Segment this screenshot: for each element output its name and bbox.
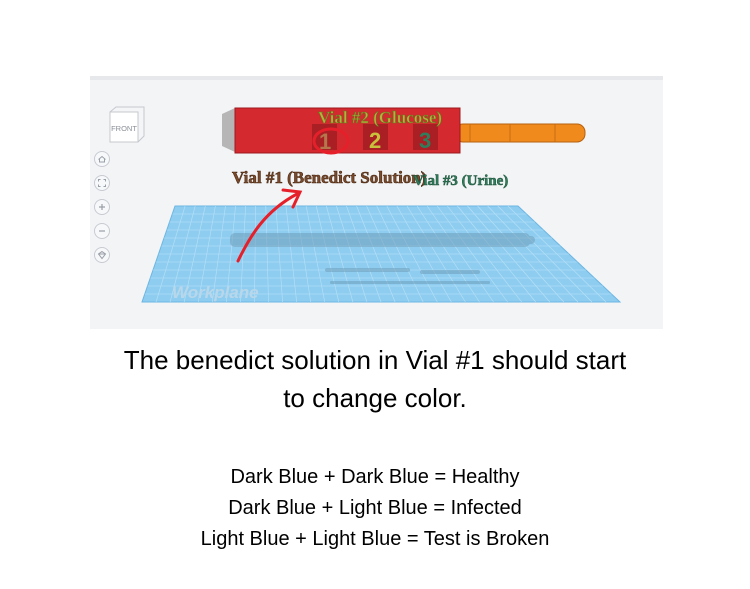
fit-view-button[interactable] xyxy=(94,175,110,191)
orthographic-icon xyxy=(97,250,107,260)
caption-line-2: to change color. xyxy=(283,383,467,413)
3d-scene[interactable]: Workplane 1 2 3 Vial #2 (Glucose) Vial #… xyxy=(90,76,663,329)
home-icon xyxy=(98,155,106,163)
vial2-label[interactable]: Vial #2 (Glucose) xyxy=(318,108,443,128)
orthographic-view-button[interactable] xyxy=(94,247,110,263)
vial-number-2: 2 xyxy=(369,128,381,153)
result-key: Dark Blue + Dark Blue = Healthy Dark Blu… xyxy=(0,462,750,555)
zoom-out-icon xyxy=(99,230,105,232)
home-view-button[interactable] xyxy=(94,151,110,167)
pipette[interactable] xyxy=(454,123,586,143)
vial1-label[interactable]: Vial #1 (Benedict Solution) xyxy=(232,168,427,188)
caption-line-1: The benedict solution in Vial #1 should … xyxy=(123,345,627,375)
view-cube-label: FRONT xyxy=(111,124,137,133)
zoom-in-icon xyxy=(99,204,105,210)
zoom-in-button[interactable] xyxy=(94,199,110,215)
workplane-label-text: Workplane xyxy=(172,283,259,302)
vial3-label[interactable]: Vial #3 (Urine) xyxy=(413,173,509,190)
view-cube[interactable]: FRONT xyxy=(108,106,146,144)
instruction-caption: The benedict solution in Vial #1 should … xyxy=(0,341,750,417)
tinkercad-viewport[interactable]: Workplane 1 2 3 Vial #2 (Glucose) Vial #… xyxy=(90,76,663,329)
vial-number-3: 3 xyxy=(419,128,431,153)
zoom-out-button[interactable] xyxy=(94,223,110,239)
key-line-infected: Dark Blue + Light Blue = Infected xyxy=(228,497,522,519)
key-line-healthy: Dark Blue + Dark Blue = Healthy xyxy=(230,466,520,488)
fit-view-icon xyxy=(98,179,106,187)
key-line-broken: Light Blue + Light Blue = Test is Broken xyxy=(200,528,550,550)
